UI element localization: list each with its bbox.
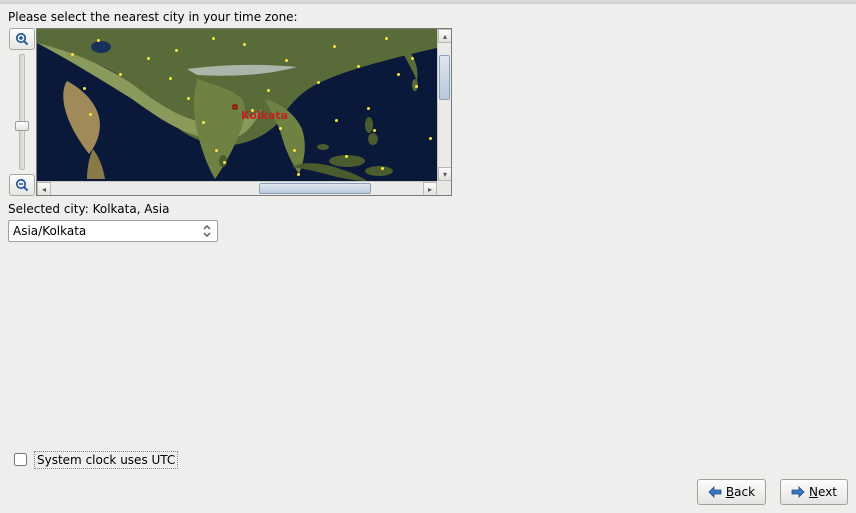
zoom-slider-thumb[interactable] <box>15 121 29 131</box>
scroll-up-button[interactable]: ▴ <box>438 29 452 43</box>
zoom-controls <box>8 28 36 196</box>
scroll-down-button[interactable]: ▾ <box>438 167 452 181</box>
selected-city-row: Selected city: Kolkata, Asia <box>8 202 848 216</box>
arrow-right-icon <box>791 486 805 498</box>
utc-checkbox-row: System clock uses UTC <box>10 450 178 469</box>
selected-city-prefix: Selected city: <box>8 202 89 216</box>
back-button[interactable]: Back <box>697 479 766 505</box>
scroll-right-button[interactable]: ▸ <box>423 182 437 196</box>
scrollbar-corner <box>437 181 451 195</box>
map-horizontal-scrollbar[interactable]: ◂ ▸ <box>37 181 437 195</box>
zoom-in-button[interactable] <box>9 28 35 50</box>
zoom-slider[interactable] <box>19 54 25 170</box>
dropdown-updown-icon <box>199 223 215 239</box>
scroll-left-button[interactable]: ◂ <box>37 182 51 196</box>
selected-city-value: Kolkata, Asia <box>93 202 170 216</box>
arrow-left-icon <box>708 486 722 498</box>
next-button-label: Next <box>809 485 837 499</box>
timezone-prompt-label: Please select the nearest city in your t… <box>8 10 848 24</box>
zoom-in-icon <box>15 32 29 46</box>
selected-city-map-label: Kolkata <box>241 109 288 122</box>
timezone-select-value: Asia/Kolkata <box>13 224 86 238</box>
timezone-select[interactable]: Asia/Kolkata <box>8 220 218 242</box>
selected-city-marker <box>233 105 238 110</box>
next-button[interactable]: Next <box>780 479 848 505</box>
utc-checkbox[interactable] <box>14 453 27 466</box>
utc-checkbox-label[interactable]: System clock uses UTC <box>34 451 178 469</box>
zoom-out-button[interactable] <box>9 174 35 196</box>
vscroll-thumb[interactable] <box>439 55 450 100</box>
back-button-label: Back <box>726 485 755 499</box>
map-vertical-scrollbar[interactable]: ▴ ▾ <box>437 29 451 181</box>
zoom-out-icon <box>15 178 29 192</box>
timezone-map[interactable]: Kolkata ▴ ▾ ◂ ▸ <box>36 28 452 196</box>
hscroll-thumb[interactable] <box>259 183 371 194</box>
world-map-canvas <box>37 29 441 183</box>
